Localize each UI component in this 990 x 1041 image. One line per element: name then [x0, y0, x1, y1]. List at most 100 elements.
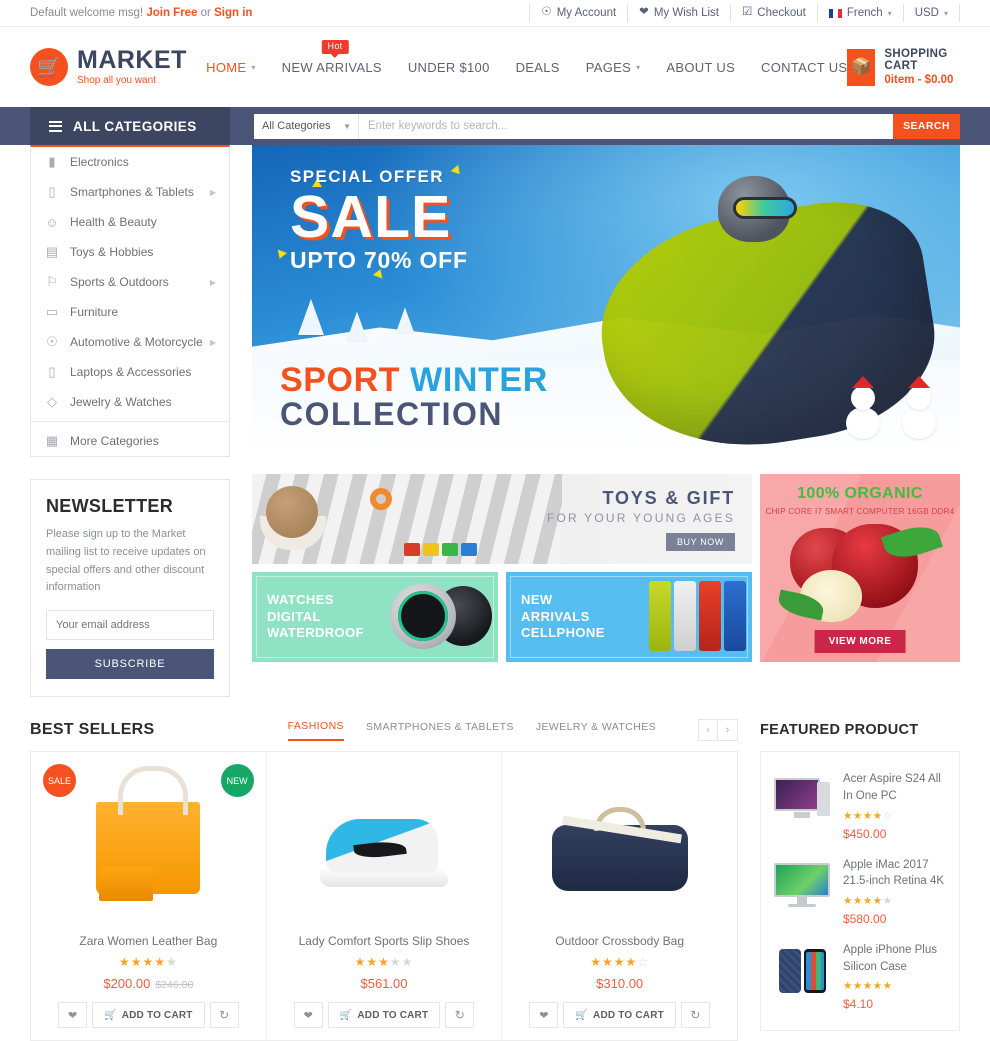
promo-organic[interactable]: 100% ORGANIC CHIP CORE I7 SMART COMPUTER…: [760, 474, 960, 662]
chevron-down-icon: ▼: [343, 121, 351, 131]
hot-badge: Hot: [321, 39, 349, 58]
promo-toys-gift[interactable]: TOYS & GIFT FOR YOUR YOUNG AGES BUY NOW: [252, 474, 752, 564]
top-links: ☉ My Account ❤ My Wish List ☑ Checkout F…: [529, 4, 960, 22]
refresh-icon: ↻: [454, 1008, 465, 1023]
buy-now-button[interactable]: BUY NOW: [665, 532, 735, 551]
logo-brand: MARKET: [77, 46, 187, 74]
gem-icon: ◇: [47, 394, 57, 409]
my-wish-list-link[interactable]: ❤ My Wish List: [627, 4, 730, 22]
subscribe-button[interactable]: SUBSCRIBE: [46, 649, 214, 680]
featured-product-section: FEATURED PRODUCT Acer Aspire S24 All In …: [760, 715, 960, 1041]
add-to-cart-button[interactable]: 🛒 ADD TO CART: [92, 1002, 205, 1029]
nav-item-new-arrivals[interactable]: Hot NEW ARRIVALS: [282, 39, 382, 75]
language-selector[interactable]: French ▾: [816, 4, 903, 22]
category-item-electronics[interactable]: ▮ Electronics: [31, 147, 229, 177]
tab-jewelry-watches[interactable]: JEWELRY & WATCHES: [536, 721, 656, 740]
add-to-cart-button[interactable]: 🛒 ADD TO CART: [327, 1002, 441, 1029]
nav-label: HOME: [206, 59, 247, 75]
currency-selector[interactable]: USD ▾: [902, 4, 960, 22]
add-to-cart-label: ADD TO CART: [121, 1009, 193, 1021]
all-categories-button[interactable]: ALL CATEGORIES: [30, 107, 230, 145]
category-item-furniture[interactable]: ▭ Furniture: [31, 297, 229, 327]
category-label: Smartphones & Tablets: [70, 185, 194, 199]
nav-item-pages[interactable]: PAGES ▾: [586, 60, 641, 75]
organic-subtitle: CHIP CORE I7 SMART COMPUTER 16GB DDR4: [765, 507, 955, 516]
add-to-cart-button[interactable]: 🛒 ADD TO CART: [563, 1002, 676, 1029]
product-actions: ❤ 🛒 ADD TO CART ↻: [277, 1002, 492, 1029]
nav-item-home[interactable]: HOME ▾: [206, 60, 256, 75]
promo-watches[interactable]: WATCHES DIGITAL WATERDROOF: [252, 572, 498, 662]
user-circle-icon: ☉: [541, 6, 552, 19]
nav-label: DEALS: [515, 59, 560, 75]
product-grid: SALE NEW Zara Women Leather Bag ★★★★★ $2…: [30, 751, 738, 1041]
chevron-down-icon: ▾: [887, 8, 892, 18]
my-account-label: My Account: [556, 7, 617, 19]
logo-tagline: Shop all you want: [77, 75, 156, 86]
shopping-cart-widget[interactable]: 📦 SHOPPING CART 0item - $0.00: [847, 48, 960, 86]
nav-label: UNDER $100: [407, 59, 490, 75]
snow-tree-icon: [298, 298, 324, 335]
hero-top-text: SPECIAL OFFER SALE UPTO 70% OFF: [290, 167, 468, 274]
product-card[interactable]: Outdoor Crossbody Bag ★★★★☆ $310.00 ❤ 🛒 A…: [501, 752, 737, 1041]
divider: [31, 421, 229, 422]
hero-banner[interactable]: SPECIAL OFFER SALE UPTO 70% OFF SPORT WI…: [252, 145, 960, 452]
nav-label: PAGES: [585, 59, 632, 75]
featured-item[interactable]: Apple iMac 2017 21.5-inch Retina 4K ★★★★…: [771, 849, 949, 934]
category-item-jewelry-watches[interactable]: ◇ Jewelry & Watches: [31, 387, 229, 417]
cart-summary: 0item - $0.00: [884, 74, 954, 86]
product-card[interactable]: SALE NEW Zara Women Leather Bag ★★★★★ $2…: [31, 752, 266, 1040]
goggles-image: [733, 197, 798, 220]
category-item-automotive-motorcycle[interactable]: ☉ Automotive & Motorcycle ▶: [31, 327, 229, 357]
compare-button[interactable]: ↻: [680, 1002, 710, 1029]
category-label: Sports & Outdoors: [70, 275, 169, 289]
category-label: Health & Beauty: [70, 215, 157, 229]
category-label: Electronics: [70, 155, 129, 169]
product-name: Zara Women Leather Bag: [79, 934, 218, 949]
newsletter-email-input[interactable]: [46, 610, 214, 641]
sign-in-link[interactable]: Sign in: [214, 7, 252, 19]
nav-item-under-100[interactable]: UNDER $100: [408, 60, 490, 75]
add-to-cart-label: ADD TO CART: [357, 1009, 429, 1021]
compare-button[interactable]: ↻: [209, 1002, 239, 1029]
more-categories-button[interactable]: ▦ More Categories: [31, 426, 229, 456]
category-item-toys-hobbies[interactable]: ▤ Toys & Hobbies: [31, 237, 229, 267]
product-image: [41, 766, 256, 928]
wishlist-button[interactable]: ❤: [529, 1002, 559, 1029]
newsletter-text: Please sign up to the Market mailing lis…: [46, 528, 206, 594]
checkout-link[interactable]: ☑ Checkout: [729, 4, 817, 22]
price-current: $561.00: [360, 976, 408, 992]
join-free-link[interactable]: Join Free: [146, 7, 197, 19]
category-item-sports-outdoors[interactable]: ⚐ Sports & Outdoors ▶: [31, 267, 229, 297]
my-account-link[interactable]: ☉ My Account: [529, 4, 627, 22]
laptop-icon: ▯: [48, 364, 56, 379]
carousel-next-button[interactable]: ›: [718, 719, 738, 742]
product-card[interactable]: Lady Comfort Sports Slip Shoes ★★★★★ $56…: [265, 752, 502, 1041]
search-input[interactable]: Enter keywords to search...: [359, 113, 893, 139]
wishlist-button[interactable]: ❤: [293, 1002, 323, 1029]
category-item-health-beauty[interactable]: ☺ Health & Beauty: [31, 207, 229, 237]
tab-smartphones-tablets[interactable]: SMARTPHONES & TABLETS: [366, 721, 514, 740]
site-logo[interactable]: 🛒 MARKET Shop all you want: [30, 48, 196, 86]
nav-item-about-us[interactable]: ABOUT US: [666, 60, 735, 75]
toys-subtitle: FOR YOUR YOUNG AGES: [546, 510, 735, 525]
category-select-value: All Categories: [262, 120, 331, 132]
featured-item[interactable]: Apple iPhone Plus Silicon Case ★★★★★ $4.…: [771, 934, 949, 1019]
view-more-button[interactable]: VIEW MORE: [814, 630, 906, 653]
category-item-laptops-accessories[interactable]: ▯ Laptops & Accessories: [31, 357, 229, 387]
nav-item-contact-us[interactable]: CONTACT US: [761, 60, 847, 75]
compare-button[interactable]: ↻: [445, 1002, 475, 1029]
tab-fashions[interactable]: FASHIONS: [287, 720, 344, 741]
featured-item[interactable]: Acer Aspire S24 All In One PC ★★★★☆ $450…: [771, 763, 949, 848]
wishlist-button[interactable]: ❤: [58, 1002, 88, 1029]
promo-cellphone[interactable]: NEW ARRIVALS CELLPHONE: [506, 572, 752, 662]
category-select[interactable]: All Categories ▼: [254, 113, 359, 139]
grid-icon: ▦: [45, 433, 59, 448]
watches-line3: WATERDROOF: [267, 625, 364, 641]
category-item-smartphones-tablets[interactable]: ▯ Smartphones & Tablets ▶: [31, 177, 229, 207]
nav-item-deals[interactable]: DEALS: [516, 60, 560, 75]
carousel-prev-button[interactable]: ‹: [698, 719, 718, 742]
apples-image: [776, 520, 943, 627]
product-name: Lady Comfort Sports Slip Shoes: [298, 934, 470, 949]
search-button[interactable]: SEARCH: [893, 113, 960, 139]
refresh-icon: ↻: [690, 1008, 701, 1023]
